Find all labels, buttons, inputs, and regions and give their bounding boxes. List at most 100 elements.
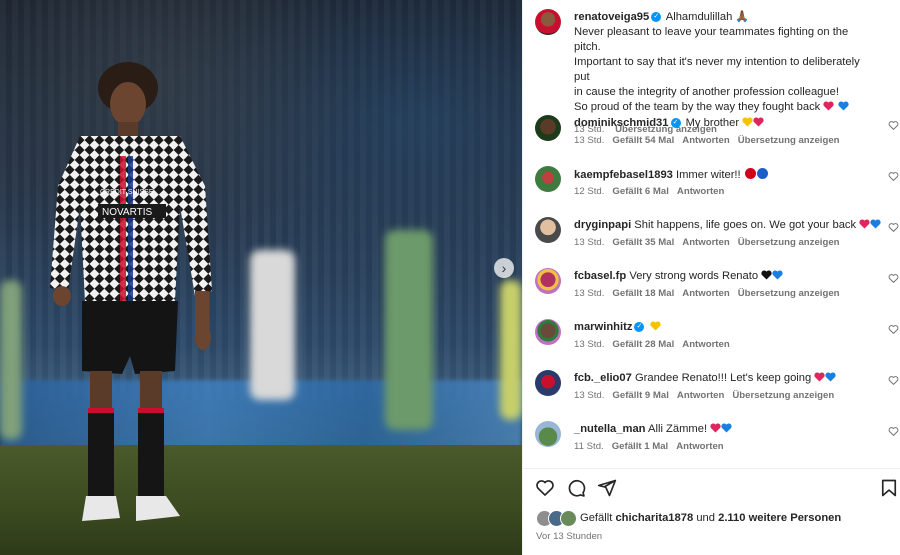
likes-prefix: Gefällt [580,512,613,524]
comment-likes[interactable]: Gefällt 6 Mal [612,186,669,197]
comment-likes[interactable]: Gefällt 54 Mal [612,135,674,146]
comment-time: 11 Std. [574,441,604,452]
comment-time: 13 Std. [574,237,605,248]
comment-body: Immer witer!! [676,169,741,181]
actions-divider [522,468,900,469]
posted-time: Vor 13 Stunden [536,531,603,542]
post-photo: NOVARTIS CREDIT SUISSE › [0,0,522,555]
comment-avatar[interactable] [535,268,561,294]
heart-emoji-icon [814,372,825,382]
likes-user[interactable]: chicharita1878 [615,512,693,524]
blue-heart-icon [837,101,849,111]
main-player-figure: NOVARTIS CREDIT SUISSE [50,62,212,521]
comment-avatar[interactable] [535,370,561,396]
comment-time: 13 Std. [574,390,605,401]
comment-text: fcbasel.fp Very strong words Renato [574,270,874,282]
comment-text: kaempfebasel1893 Immer witer!! [574,168,874,181]
comment-text: fcb._elio07 Grandee Renato!!! Let's keep… [574,372,874,384]
comment-reply-button[interactable]: Antworten [676,441,723,452]
likes-summary: Gefällt chicharita1878 und 2.110 weitere… [536,510,841,527]
caption-line: So proud of the team by the way they fou… [574,101,821,113]
comment-reply-button[interactable]: Antworten [677,186,724,197]
comment-meta: 13 Std. Gefällt 54 Mal Antworten Übersetzun… [574,135,848,146]
author-avatar[interactable] [535,9,561,35]
svg-text:CREDIT SUISSE: CREDIT SUISSE [100,189,154,196]
comment-time: 13 Std. [574,135,605,146]
comment-item: fcb._elio07 Grandee Renato!!! Let's keep… [535,370,899,414]
heart-emoji-icon [772,270,783,280]
svg-text:NOVARTIS: NOVARTIS [102,207,153,218]
comment-likes[interactable]: Gefällt 35 Mal [612,237,674,248]
red-heart-icon [823,101,835,111]
comment-like-heart-icon[interactable] [888,222,899,233]
likes-and: und [696,512,715,524]
share-icon[interactable] [597,478,617,498]
comment-like-heart-icon[interactable] [888,171,899,182]
comment-meta: 11 Std. Gefällt 1 Mal Antworten [574,441,732,452]
comment-username[interactable]: dryginpapi [574,219,631,231]
comment-body: Very strong words Renato [629,270,759,282]
comment-reply-button[interactable]: Antworten [682,237,729,248]
circle-emoji-icon [744,168,756,179]
comment-username[interactable]: marwinhitz [574,321,632,333]
comment-time: 13 Std. [574,339,605,350]
comment-username[interactable]: fcbasel.fp [574,270,626,282]
comment-avatar[interactable] [535,166,561,192]
comment-avatar[interactable] [535,115,561,141]
heart-emoji-icon [753,117,764,127]
caption-line: Never pleasant to leave your teammates f… [574,26,849,53]
bookmark-icon[interactable] [879,478,899,498]
comment-username[interactable]: kaempfebasel1893 [574,169,673,181]
comment-avatar[interactable] [535,319,561,345]
comment-translate-link[interactable]: Übersetzung anzeigen [738,237,840,248]
comment-like-heart-icon[interactable] [888,120,899,131]
heart-emoji-icon [742,117,753,127]
comment-likes[interactable]: Gefällt 18 Mal [612,288,674,299]
caption-line: Important to say that it's never my inte… [574,56,860,83]
heart-emoji-icon [859,219,870,229]
comment-translate-link[interactable]: Übersetzung anzeigen [732,390,834,401]
comment-likes[interactable]: Gefällt 28 Mal [612,339,674,350]
comment-username[interactable]: fcb._elio07 [574,372,632,384]
likes-others[interactable]: 2.110 weitere Personen [718,512,841,524]
comment-translate-link[interactable]: Übersetzung anzeigen [738,135,840,146]
circle-emoji-icon [756,168,768,179]
comment-text: marwinhitz ✓ [574,321,874,333]
comment-reply-button[interactable]: Antworten [682,135,729,146]
comment-avatar[interactable] [535,421,561,447]
comment-item: dryginpapi Shit happens, life goes on. W… [535,217,899,261]
comment-body: Grandee Renato!!! Let's keep going [634,372,812,384]
verified-badge-icon: ✓ [634,322,645,333]
background-player [250,250,295,400]
verified-badge-icon: ✓ [651,12,662,23]
comment-username[interactable]: _nutella_man [574,423,646,435]
comment-like-heart-icon[interactable] [888,324,899,335]
heart-emoji-icon [870,219,881,229]
comment-translate-link[interactable]: Übersetzung anzeigen [738,288,840,299]
comment-item: dominikschmid31 ✓ My brother 13 Std. Gefäl… [535,115,899,159]
heart-emoji-icon [721,423,732,433]
comment-avatar[interactable] [535,217,561,243]
next-image-button[interactable]: › [494,258,514,278]
heart-emoji-icon [825,372,836,382]
heart-icon[interactable] [535,478,555,498]
comment-meta: 13 Std. Gefällt 28 Mal Antworten [574,339,738,350]
comment-body: Alli Zämme! [648,423,708,435]
comment-like-heart-icon[interactable] [888,426,899,437]
comment-body: My brother [685,117,740,129]
comment-like-heart-icon[interactable] [888,375,899,386]
comment-reply-button[interactable]: Antworten [682,288,729,299]
comment-reply-button[interactable]: Antworten [677,390,724,401]
comment-like-heart-icon[interactable] [888,273,899,284]
caption-username[interactable]: renatoveiga95 [574,11,649,23]
background-player [0,280,22,440]
comment-icon[interactable] [566,478,586,498]
comment-text: dominikschmid31 ✓ My brother [574,117,874,129]
comment-likes[interactable]: Gefällt 9 Mal [612,390,669,401]
comment-likes[interactable]: Gefällt 1 Mal [612,441,669,452]
comment-username[interactable]: dominikschmid31 [574,117,669,129]
comment-reply-button[interactable]: Antworten [682,339,729,350]
comment-meta: 12 Std. Gefällt 6 Mal Antworten [574,186,732,197]
liker-avatars[interactable] [536,510,577,527]
comment-meta: 13 Std. Gefällt 18 Mal Antworten Übersetzun… [574,288,848,299]
